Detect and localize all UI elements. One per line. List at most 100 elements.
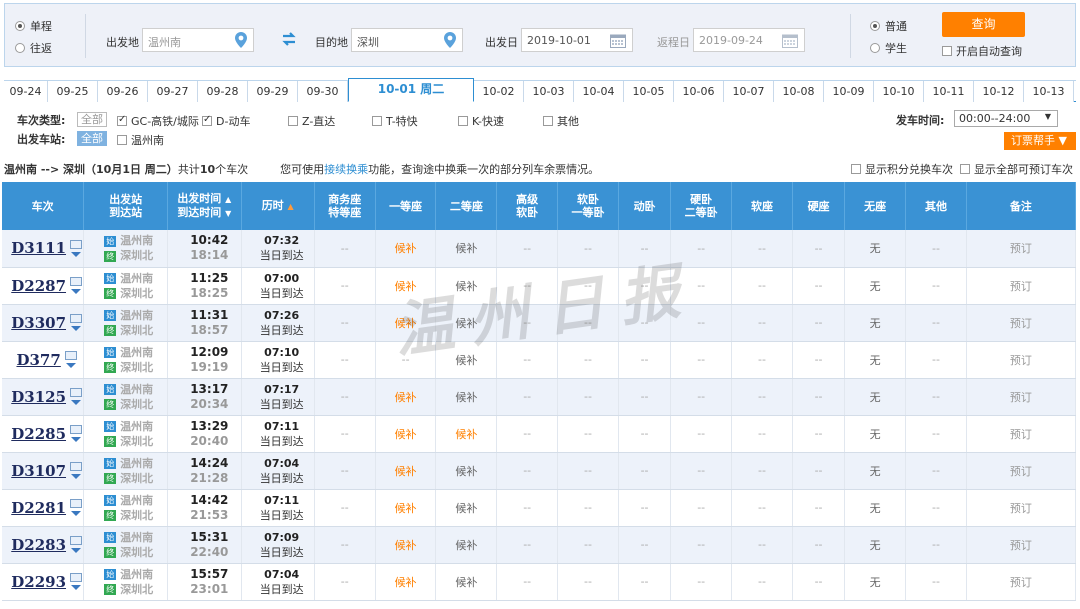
first-class-cell[interactable]: 候补 xyxy=(375,489,437,527)
date-tab[interactable]: 10-04 xyxy=(574,81,624,102)
second-class-cell[interactable]: 候补 xyxy=(435,563,498,601)
filter-station-wenzhounan[interactable]: 温州南 xyxy=(117,132,164,148)
one-way-radio[interactable]: 单程 xyxy=(15,18,52,34)
student-passenger-radio[interactable]: 学生 xyxy=(870,40,907,56)
filter-gc[interactable]: GC-高铁/城际 xyxy=(117,113,199,129)
show-all-checkbox[interactable]: 显示全部可预订车次 xyxy=(960,161,1073,177)
station-all-toggle[interactable]: 全部 xyxy=(77,131,107,146)
first-class-cell[interactable]: 候补 xyxy=(375,563,437,601)
second-class-cell[interactable]: 候补 xyxy=(435,267,498,305)
book-button[interactable]: 预订 xyxy=(1010,428,1032,441)
transfer-link[interactable]: 接续换乘 xyxy=(324,163,368,176)
train-number-link[interactable]: D3307 xyxy=(11,314,66,332)
round-trip-radio[interactable]: 往返 xyxy=(15,40,52,56)
auto-query-checkbox[interactable]: 开启自动查询 xyxy=(942,43,1022,59)
train-number-link[interactable]: D377 xyxy=(16,351,60,369)
train-detail-toggle[interactable] xyxy=(70,499,83,516)
seat-empty: -- xyxy=(583,241,592,255)
date-tab[interactable]: 10-09 xyxy=(824,81,874,102)
first-class-cell[interactable]: 候补 xyxy=(375,378,437,416)
filter-other[interactable]: 其他 xyxy=(543,113,579,129)
book-button[interactable]: 预订 xyxy=(1010,391,1032,404)
second-class-cell[interactable]: 候补 xyxy=(435,452,498,490)
depart-date-input[interactable]: 2019-10-01 xyxy=(521,28,633,52)
normal-passenger-radio[interactable]: 普通 xyxy=(870,18,907,34)
date-tab[interactable]: 09-25 xyxy=(48,81,98,102)
query-button[interactable]: 查询 xyxy=(942,12,1025,37)
train-detail-toggle[interactable] xyxy=(70,536,83,553)
date-tab[interactable]: 09-29 xyxy=(248,81,298,102)
filter-z[interactable]: Z-直达 xyxy=(288,113,335,129)
book-button[interactable]: 预订 xyxy=(1010,242,1032,255)
train-detail-toggle[interactable] xyxy=(70,425,83,442)
date-tab[interactable]: 09-26 xyxy=(98,81,148,102)
date-tab[interactable]: 09-27 xyxy=(148,81,198,102)
book-button[interactable]: 预订 xyxy=(1010,354,1032,367)
date-tab[interactable]: 10-10 xyxy=(874,81,924,102)
date-tab[interactable]: 10-11 xyxy=(924,81,974,102)
train-number-link[interactable]: D3111 xyxy=(11,239,66,257)
header-duration[interactable]: 历时 ▲ xyxy=(241,182,315,230)
second-class-cell[interactable]: 候补 xyxy=(435,230,498,268)
header-times[interactable]: 出发时间 ▲ 到达时间 ▼ xyxy=(167,182,242,230)
train-detail-toggle[interactable] xyxy=(70,573,83,590)
first-class-cell[interactable]: 候补 xyxy=(375,230,437,268)
train-detail-toggle[interactable] xyxy=(70,239,83,257)
train-detail-toggle[interactable] xyxy=(70,388,83,405)
date-tab[interactable]: 10-03 xyxy=(524,81,574,102)
depart-time-select[interactable]: 00:00--24:00 ▼ xyxy=(954,110,1058,127)
first-class-cell[interactable]: 候补 xyxy=(375,526,437,564)
second-class-cell[interactable]: 候补 xyxy=(435,341,498,379)
date-tab[interactable]: 10-01 周二 xyxy=(348,78,474,102)
date-tab[interactable]: 09-24 xyxy=(4,81,48,102)
from-station-input[interactable]: 温州南 xyxy=(142,28,254,52)
train-detail-toggle[interactable] xyxy=(70,462,83,479)
second-class-cell[interactable]: 候补 xyxy=(435,378,498,416)
train-number-link[interactable]: D2281 xyxy=(11,499,66,517)
book-button[interactable]: 预订 xyxy=(1010,465,1032,478)
train-number-link[interactable]: D3125 xyxy=(11,388,66,406)
date-tab[interactable]: 10-06 xyxy=(674,81,724,102)
booking-helper-button[interactable]: 订票帮手 ▼ xyxy=(1004,132,1076,150)
date-tab[interactable]: 10-02 xyxy=(474,81,524,102)
train-number-link[interactable]: D2293 xyxy=(11,573,66,591)
train-detail-toggle[interactable] xyxy=(64,351,77,368)
filter-k[interactable]: K-快速 xyxy=(458,113,504,129)
book-button[interactable]: 预订 xyxy=(1010,576,1032,589)
to-station-input[interactable]: 深圳 xyxy=(351,28,463,52)
train-detail-toggle[interactable] xyxy=(70,314,83,331)
first-class-cell[interactable]: 候补 xyxy=(375,304,437,342)
second-class-cell[interactable]: 候补 xyxy=(435,526,498,564)
first-class-cell[interactable]: 候补 xyxy=(375,415,437,453)
second-class-cell[interactable]: 候补 xyxy=(435,415,498,453)
book-button[interactable]: 预订 xyxy=(1010,317,1032,330)
seat-empty: -- xyxy=(583,390,592,403)
train-detail-toggle[interactable] xyxy=(70,277,83,294)
date-tab[interactable]: 10-07 xyxy=(724,81,774,102)
date-tab[interactable]: 10-12 xyxy=(974,81,1024,102)
second-class-cell[interactable]: 候补 xyxy=(435,304,498,342)
date-tab[interactable]: 09-30 xyxy=(298,81,348,102)
second-class-cell[interactable]: 候补 xyxy=(435,489,498,527)
train-number-link[interactable]: D2285 xyxy=(11,425,66,443)
seat-cell: -- xyxy=(731,267,793,305)
train-number-link[interactable]: D3107 xyxy=(11,462,66,480)
date-tab[interactable]: 10-05 xyxy=(624,81,674,102)
train-type-all-toggle[interactable]: 全部 xyxy=(77,112,107,127)
train-number-link[interactable]: D2287 xyxy=(11,277,66,295)
book-button[interactable]: 预订 xyxy=(1010,280,1032,293)
first-class-cell[interactable]: -- xyxy=(375,341,437,379)
date-tab[interactable]: 10-13 xyxy=(1024,81,1074,102)
book-button[interactable]: 预订 xyxy=(1010,502,1032,515)
show-points-checkbox[interactable]: 显示积分兑换车次 xyxy=(851,161,953,177)
first-class-cell[interactable]: 候补 xyxy=(375,452,437,490)
filter-t[interactable]: T-特快 xyxy=(372,113,418,129)
filter-d[interactable]: D-动车 xyxy=(202,113,250,129)
swap-stations-icon[interactable] xyxy=(281,32,297,46)
book-button[interactable]: 预订 xyxy=(1010,539,1032,552)
train-number-link[interactable]: D2283 xyxy=(11,536,66,554)
date-tab[interactable]: 10-08 xyxy=(774,81,824,102)
date-tab[interactable]: 09-28 xyxy=(198,81,248,102)
first-class-cell[interactable]: 候补 xyxy=(375,267,437,305)
return-date-input[interactable]: 2019-09-24 xyxy=(693,28,805,52)
